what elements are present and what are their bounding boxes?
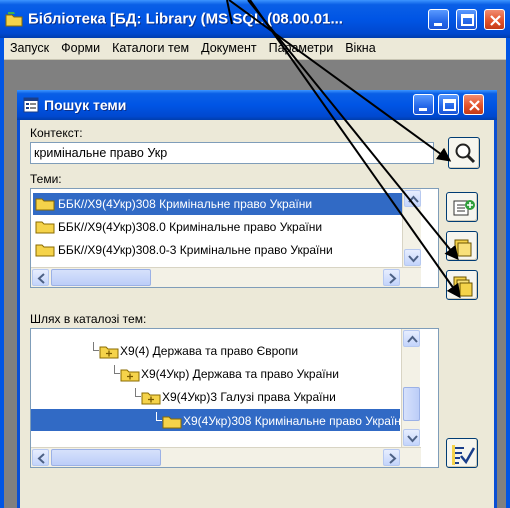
context-label: Контекст: [30,126,83,140]
tree-horizontal-scrollbar[interactable] [31,447,421,467]
catalog-path-tree[interactable]: Х9(4) Держава та право Європи Х9(4Укр) Д… [30,328,439,468]
topic-row-text: ББК//Х9(4Укр)308.0-3 Кримінальне право У… [58,243,333,257]
menu-document[interactable]: Документ [195,38,262,55]
menu-forms[interactable]: Форми [55,38,106,55]
scroll-thumb[interactable] [403,387,420,421]
topics-vertical-scrollbar[interactable] [402,189,421,267]
scroll-down-arrow[interactable] [404,249,421,266]
menu-launch[interactable]: Запуск [4,38,55,55]
folders-button[interactable] [446,270,478,300]
scroll-right-arrow[interactable] [383,269,400,286]
scroll-up-arrow[interactable] [403,330,420,347]
tree-item-text: Х9(4) Держава та право Європи [120,344,299,358]
scroll-right-arrow[interactable] [383,449,400,466]
app-titlebar[interactable]: Бібліотека [БД: Library (MS SQL (08.00.0… [0,0,510,38]
folder-icon [35,221,55,234]
context-input-value: кримінальне право Укр [34,146,168,160]
dialog-minimize-button[interactable] [413,94,434,115]
magnifier-icon [455,143,476,164]
menu-windows[interactable]: Вікна [339,38,381,55]
topics-label: Теми: [30,172,62,186]
add-topic-icon [453,200,475,216]
search-button[interactable] [448,137,480,169]
topics-list[interactable]: ББК//Х9(4Укр)308 Кримінальне право Украї… [30,188,439,288]
folder-plus-icon [141,392,161,405]
path-label: Шлях в каталозі тем: [30,312,147,326]
folder-icon [35,244,55,257]
dialog-maximize-button[interactable] [438,94,459,115]
folder-plus-icon [120,369,140,382]
accept-button[interactable] [446,438,478,468]
app-icon[interactable] [5,11,23,27]
scroll-left-arrow[interactable] [32,269,49,286]
menu-parameters[interactable]: Параметри [263,38,340,55]
folders-icon [453,276,473,297]
context-input[interactable]: кримінальне право Укр [30,142,434,164]
topic-row[interactable]: ББК//Х9(4Укр)308.0-3 Кримінальне право У… [33,239,402,261]
dialog-title: Пошук теми [44,97,127,113]
scroll-down-arrow[interactable] [403,429,420,446]
dialog-body: Контекст: кримінальне право Укр Теми: ББ… [20,120,494,508]
topic-row-text: ББК//Х9(4Укр)308 Кримінальне право Украї… [58,197,313,211]
form-icon [23,97,39,113]
topic-row-text: ББК//Х9(4Укр)308.0 Кримінальне право Укр… [58,220,323,234]
maximize-button[interactable] [456,9,477,30]
folder-button[interactable] [446,231,478,261]
scroll-thumb[interactable] [51,269,151,286]
close-button[interactable] [484,9,505,30]
minimize-button[interactable] [428,9,449,30]
folder-icon [35,198,55,211]
menu-topic-catalogs[interactable]: Каталоги тем [106,38,195,55]
folder-icon [454,239,472,257]
add-topic-button[interactable] [446,192,478,222]
folder-plus-icon [99,346,119,359]
topic-search-dialog: Пошук теми Контекст: кримінальне право У… [17,90,497,508]
dialog-titlebar[interactable]: Пошук теми [17,90,497,120]
scroll-left-arrow[interactable] [32,449,49,466]
tree-vertical-scrollbar[interactable] [401,329,420,447]
scroll-thumb[interactable] [51,449,161,466]
topics-horizontal-scrollbar[interactable] [31,267,421,287]
scroll-up-arrow[interactable] [404,190,421,207]
tree-item-text: Х9(4Укр)308 Кримінальне право України [183,414,408,428]
check-list-icon [452,445,476,465]
folder-icon [162,416,182,429]
tree-item-text: Х9(4Укр) Держава та право України [141,367,339,381]
topic-row[interactable]: ББК//Х9(4Укр)308 Кримінальне право Украї… [33,193,402,215]
app-title: Бібліотека [БД: Library (MS SQL (08.00.0… [28,10,343,28]
topic-row[interactable]: ББК//Х9(4Укр)308.0 Кримінальне право Укр… [33,216,402,238]
tree-item-text: Х9(4Укр)3 Галузі права України [162,390,336,404]
dialog-close-button[interactable] [463,94,484,115]
menubar: Запуск Форми Каталоги тем Документ Параметри… [4,38,506,60]
